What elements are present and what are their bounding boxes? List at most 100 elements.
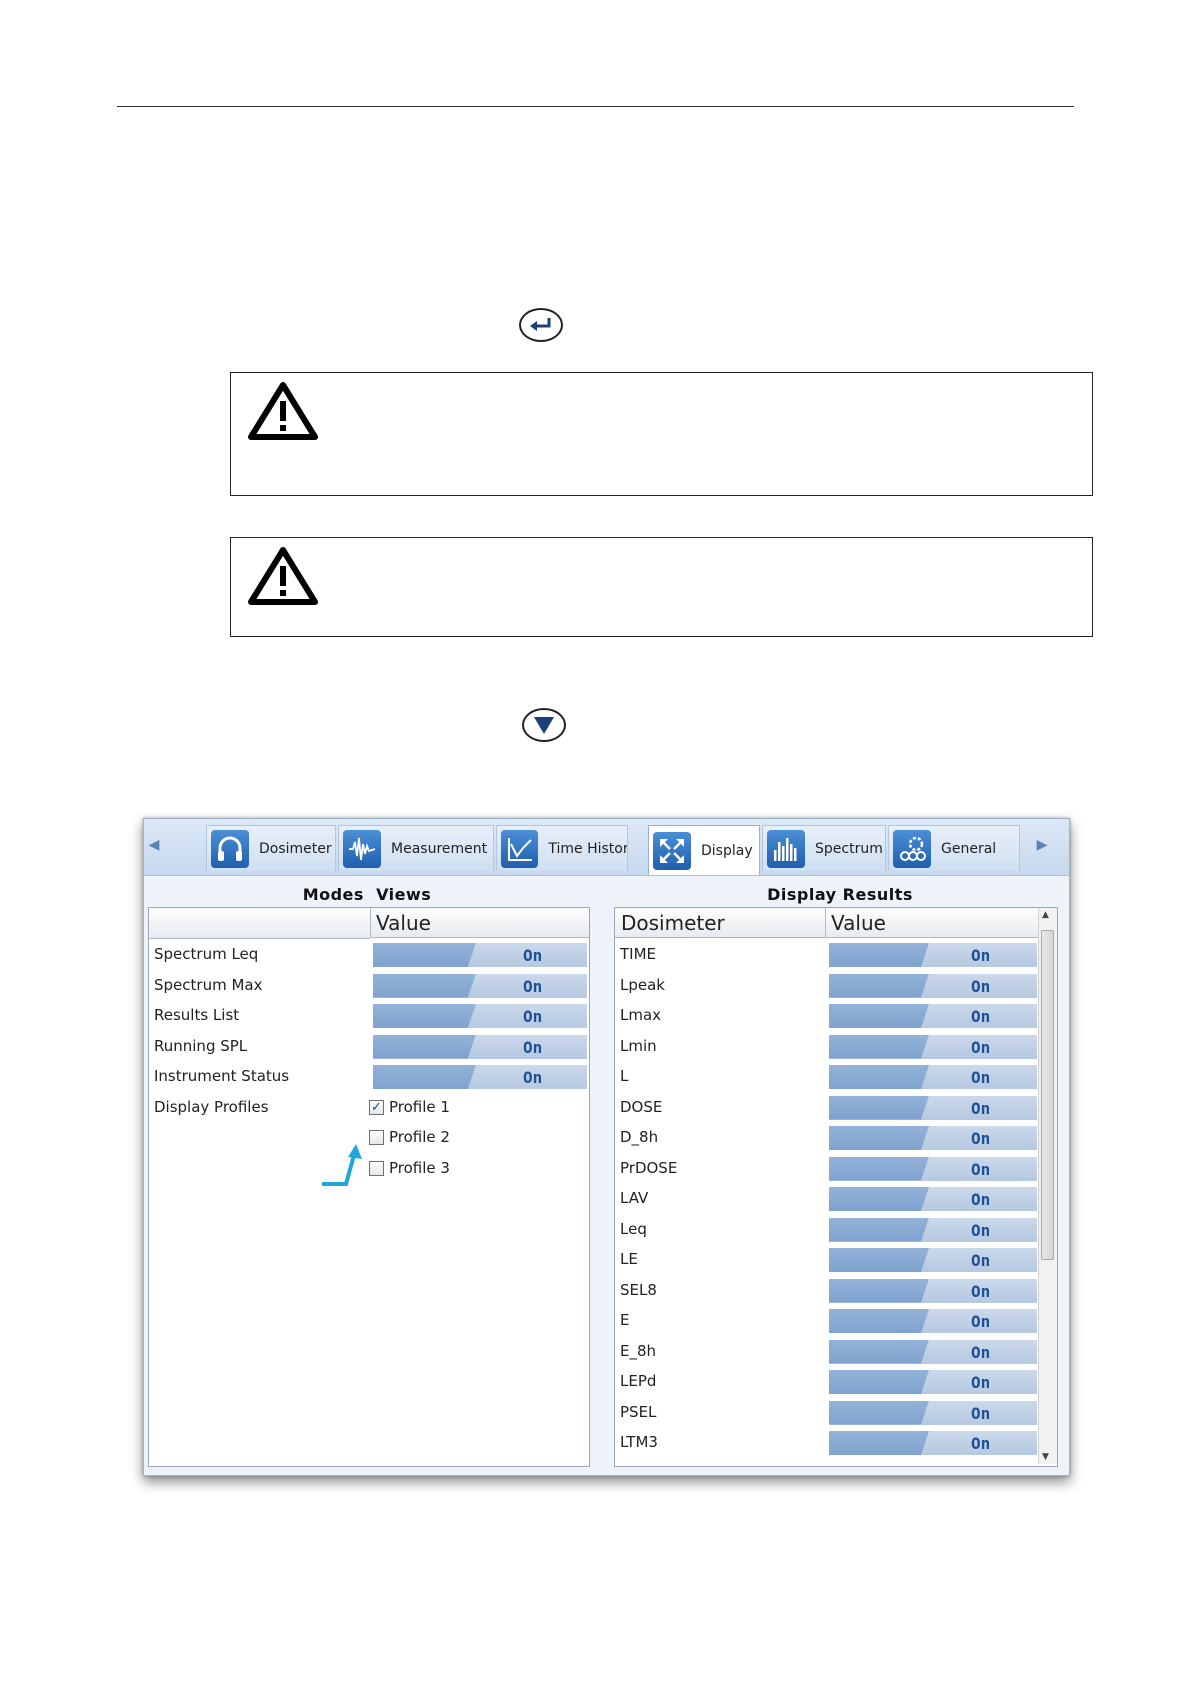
tab-general[interactable]: General bbox=[888, 825, 1020, 871]
row-label: LTM3 bbox=[620, 1433, 658, 1451]
tab-display[interactable]: Display bbox=[648, 825, 760, 875]
toggle-fill bbox=[829, 1095, 929, 1120]
toggle-fill bbox=[829, 1004, 929, 1028]
results-value-header: Value bbox=[826, 908, 1039, 938]
tab-scroll-right-icon[interactable]: ▶ bbox=[1034, 833, 1050, 857]
on-off-toggle[interactable]: On bbox=[373, 1034, 587, 1059]
row-label: DOSE bbox=[620, 1097, 663, 1116]
on-off-toggle[interactable]: On bbox=[829, 1248, 1037, 1272]
toggle-value: On bbox=[971, 1281, 991, 1301]
scroll-down-icon[interactable]: ▼ bbox=[1042, 1452, 1049, 1462]
table-row: PSEL On bbox=[615, 1398, 1057, 1428]
table-row: Leq On bbox=[615, 1215, 1057, 1245]
profile-checkbox[interactable]: ✓ bbox=[369, 1099, 384, 1115]
toggle-value: On bbox=[971, 1007, 991, 1026]
on-off-toggle[interactable]: On bbox=[829, 1034, 1037, 1059]
table-row: Running SPL On bbox=[149, 1032, 589, 1062]
toggle-value: On bbox=[523, 1068, 543, 1087]
toggle-value: On bbox=[971, 1098, 991, 1118]
table-row: LTM3 On bbox=[615, 1428, 1057, 1458]
waveform-icon bbox=[343, 829, 381, 868]
on-off-toggle[interactable]: On bbox=[829, 1431, 1037, 1455]
toggle-value: On bbox=[971, 1434, 991, 1453]
toggle-value: On bbox=[523, 1037, 543, 1057]
on-off-toggle[interactable]: On bbox=[829, 973, 1037, 998]
table-row: Spectrum Leq On bbox=[149, 940, 589, 970]
on-off-toggle[interactable]: On bbox=[373, 1065, 587, 1089]
toggle-fill bbox=[829, 1431, 929, 1455]
on-off-toggle[interactable]: On bbox=[373, 943, 587, 967]
profile-row: Display Profiles ✓ Profile 1 bbox=[149, 1093, 589, 1123]
row-label: Lmin bbox=[620, 1036, 657, 1055]
table-row: E On bbox=[615, 1306, 1057, 1336]
row-label: TIME bbox=[620, 945, 657, 963]
scroll-up-icon[interactable]: ▲ bbox=[1042, 910, 1049, 920]
row-label: LAV bbox=[620, 1189, 649, 1207]
table-row: Instrument Status On bbox=[149, 1062, 589, 1092]
on-off-toggle[interactable]: On bbox=[829, 1095, 1037, 1120]
row-label: E_8h bbox=[620, 1341, 657, 1360]
row-label: Spectrum Leq bbox=[154, 945, 259, 963]
tab-dosimeter[interactable]: Dosimeter bbox=[206, 825, 336, 871]
table-row: LAV On bbox=[615, 1184, 1057, 1214]
on-off-toggle[interactable]: On bbox=[829, 1217, 1037, 1242]
table-row: TIME On bbox=[615, 940, 1057, 970]
on-off-toggle[interactable]: On bbox=[829, 1065, 1037, 1089]
line-chart-icon bbox=[501, 829, 539, 868]
row-label: Spectrum Max bbox=[154, 975, 263, 994]
toggle-fill bbox=[373, 973, 476, 998]
tab-time-history[interactable]: Time Histor bbox=[496, 825, 628, 871]
on-off-toggle[interactable]: On bbox=[829, 1004, 1037, 1028]
on-off-toggle[interactable]: On bbox=[829, 943, 1037, 967]
toggle-fill bbox=[829, 1370, 929, 1394]
table-row: LE On bbox=[615, 1245, 1057, 1275]
warning-triangle-icon bbox=[248, 382, 318, 440]
on-off-toggle[interactable]: On bbox=[373, 973, 587, 998]
toggle-value: On bbox=[523, 976, 543, 996]
table-row: DOSE On bbox=[615, 1093, 1057, 1123]
row-label: Results List bbox=[154, 1006, 240, 1024]
toggle-fill bbox=[829, 1339, 929, 1364]
toggle-fill bbox=[829, 1248, 929, 1272]
toggle-value: On bbox=[971, 1373, 991, 1392]
gears-icon bbox=[893, 829, 931, 868]
tab-measurement[interactable]: Measurement bbox=[338, 825, 494, 871]
on-off-toggle[interactable]: On bbox=[373, 1004, 587, 1028]
row-label: Lmax bbox=[620, 1006, 662, 1024]
toggle-fill bbox=[829, 1065, 929, 1089]
table-row: PrDOSE On bbox=[615, 1154, 1057, 1184]
tab-spectrum[interactable]: Spectrum bbox=[762, 825, 886, 871]
row-label: E bbox=[620, 1311, 630, 1329]
toggle-value: On bbox=[971, 1037, 991, 1057]
profile-label: Profile 1 bbox=[389, 1097, 450, 1116]
warning-box-2 bbox=[230, 537, 1093, 637]
on-off-toggle[interactable]: On bbox=[829, 1126, 1037, 1150]
enter-key-icon bbox=[519, 308, 563, 342]
header-rule bbox=[117, 106, 1074, 107]
tab-scroll-left-icon[interactable]: ◀ bbox=[146, 833, 162, 857]
warning-box-1 bbox=[230, 372, 1093, 496]
headphones-icon bbox=[211, 829, 249, 868]
on-off-toggle[interactable]: On bbox=[829, 1187, 1037, 1211]
toggle-fill bbox=[829, 1034, 929, 1059]
tab-bar: ◀ Dosimeter Measurement Time Histor Disp… bbox=[144, 819, 1069, 876]
toggle-value: On bbox=[971, 946, 991, 965]
down-key-icon bbox=[522, 708, 566, 742]
toggle-fill bbox=[829, 973, 929, 998]
on-off-toggle[interactable]: On bbox=[829, 1370, 1037, 1394]
toggle-fill bbox=[373, 943, 476, 967]
table-row: Spectrum Max On bbox=[149, 971, 589, 1001]
toggle-value: On bbox=[971, 1129, 991, 1148]
on-off-toggle[interactable]: On bbox=[829, 1309, 1037, 1333]
callout-arrow-icon bbox=[322, 1144, 362, 1186]
toggle-value: On bbox=[523, 946, 543, 965]
modes-value-header: Value bbox=[371, 908, 589, 938]
on-off-toggle[interactable]: On bbox=[829, 1400, 1037, 1425]
toggle-fill bbox=[373, 1004, 476, 1028]
on-off-toggle[interactable]: On bbox=[829, 1156, 1037, 1181]
scroll-thumb[interactable] bbox=[1041, 930, 1054, 1260]
on-off-toggle[interactable]: On bbox=[829, 1339, 1037, 1364]
on-off-toggle[interactable]: On bbox=[829, 1278, 1037, 1303]
results-scrollbar[interactable]: ▲ ▼ bbox=[1038, 908, 1057, 1464]
tab-label: Measurement bbox=[391, 840, 488, 857]
